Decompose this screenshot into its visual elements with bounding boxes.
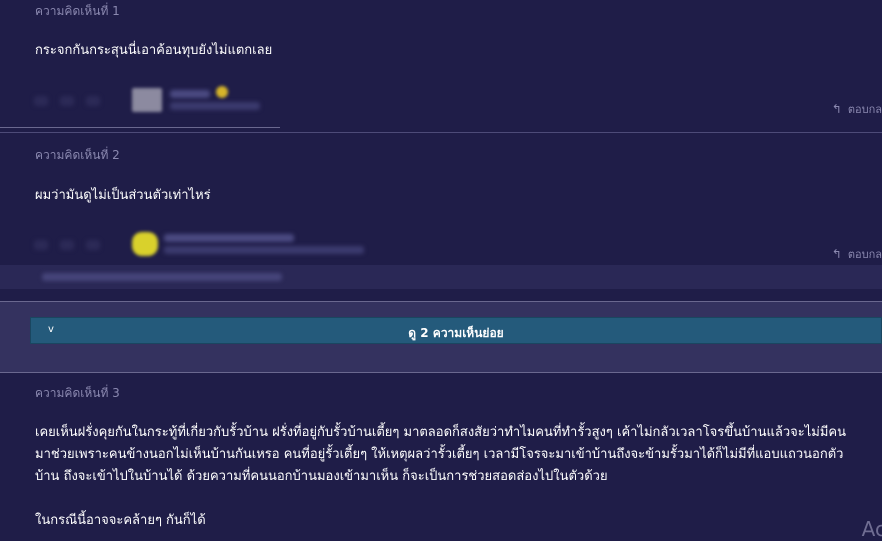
- reply-button[interactable]: ↰ ตอบกล: [832, 245, 882, 263]
- paragraph-line: มาช่วยเพราะคนข้างนอกไม่เห็นบ้านกันเหรอ ค…: [35, 447, 844, 462]
- comment-number-label: ความคิดเห็นที่ 3: [35, 386, 120, 400]
- reply-label: ตอบกล: [847, 248, 882, 261]
- emoji-icon: [86, 96, 100, 106]
- timestamp: [164, 246, 364, 254]
- blurred-user-info: [30, 86, 290, 114]
- comment-3: ความคิดเห็นที่ 3 เคยเห็นฝรั่งคุยกันในกระ…: [0, 373, 882, 539]
- emoji-icon: [60, 96, 74, 106]
- comment-number-label: ความคิดเห็นที่ 1: [35, 4, 120, 18]
- reply-label: ตอบกล: [847, 103, 882, 116]
- username[interactable]: [170, 90, 210, 98]
- ad-marker: Ac: [861, 517, 882, 541]
- username[interactable]: [164, 234, 294, 242]
- comment-text: ผมว่ามันดูไม่เป็นส่วนตัวเท่าไหร่: [35, 188, 211, 203]
- comment-paragraph: เคยเห็นฝรั่งคุยกันในกระทู้ที่เกี่ยวกับรั…: [35, 422, 882, 488]
- view-replies-button[interactable]: v ดู 2 ความเห็นย่อย: [30, 317, 882, 344]
- view-replies-label: ดู 2 ความเห็นย่อย: [408, 326, 504, 340]
- comment-1: ความคิดเห็นที่ 1 กระจกกันกระสุนนี่เอาค้อ…: [0, 0, 882, 127]
- avatar[interactable]: [132, 88, 162, 112]
- emoji-icon: [86, 240, 100, 250]
- reply-button[interactable]: ↰ ตอบกล: [832, 100, 882, 118]
- comment-number-label: ความคิดเห็นที่ 2: [35, 148, 120, 162]
- badge-icon: [216, 86, 228, 98]
- avatar[interactable]: [132, 232, 158, 256]
- comment-2: ความคิดเห็นที่ 2 ผมว่ามันดูไม่เป็นส่วนตั…: [0, 140, 882, 300]
- blurred-preview-text: [42, 273, 282, 281]
- paragraph-line: บ้าน ถึงจะเข้าไปในบ้านได้ ด้วยความที่คนน…: [35, 469, 608, 484]
- reply-arrow-icon: ↰: [831, 102, 842, 116]
- blurred-user-info: [30, 232, 410, 258]
- emoji-icon: [34, 96, 48, 106]
- comment-text: กระจกกันกระสุนนี่เอาค้อนทุบยังไม่แตกเลย: [35, 43, 273, 58]
- divider: [0, 127, 280, 128]
- emoji-icon: [34, 240, 48, 250]
- sub-comment-preview: [0, 265, 882, 289]
- reply-arrow-icon: ↰: [831, 247, 842, 261]
- paragraph-line: เคยเห็นฝรั่งคุยกันในกระทู้ที่เกี่ยวกับรั…: [35, 425, 846, 440]
- timestamp: [170, 102, 260, 110]
- emoji-icon: [60, 240, 74, 250]
- comment-paragraph-2: ในกรณีนี้อาจจะคล้ายๆ กันก็ได้: [35, 513, 206, 528]
- divider: [0, 132, 882, 133]
